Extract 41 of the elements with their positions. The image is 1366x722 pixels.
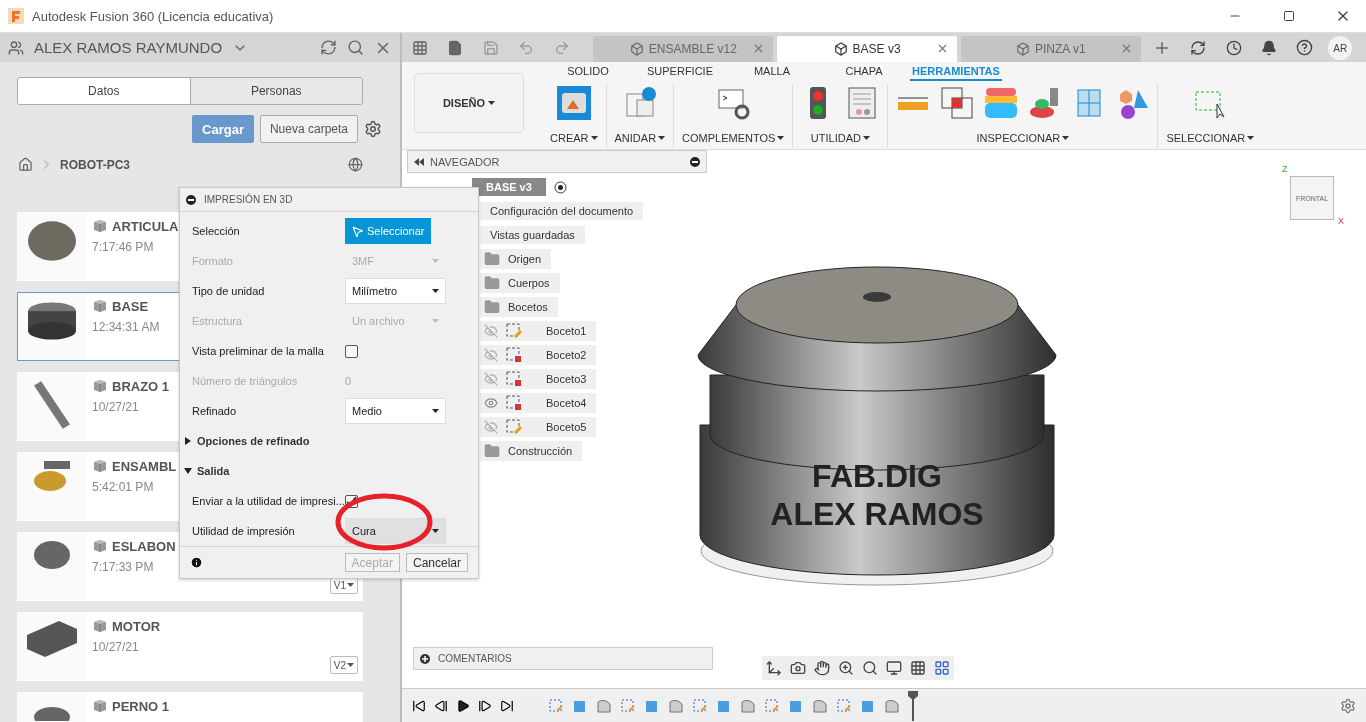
node-label: Boceto2 <box>546 349 587 361</box>
comments-title: COMENTARIOS <box>438 653 512 664</box>
node-label: Boceto5 <box>546 421 587 433</box>
axis-label: Z <box>1282 164 1288 174</box>
field-label: Utilidad de impresión <box>192 525 296 537</box>
node-label: Boceto3 <box>546 373 587 385</box>
file-name: ESLABON <box>112 538 176 554</box>
engraved-text: ALEX RAMOS <box>770 496 984 532</box>
file-name: PERNO 1 <box>112 698 170 714</box>
field-label: Refinado <box>192 405 238 417</box>
field-label: Enviar a la utilidad de impresi... <box>192 495 345 507</box>
node-label: Boceto1 <box>546 325 587 337</box>
file-time: 10/27/21 <box>92 400 140 414</box>
file-time: 10/27/21 <box>92 640 140 654</box>
node-label: Boceto4 <box>546 397 587 409</box>
file-time: 7:17:33 PM <box>92 560 155 574</box>
file-name: BASE <box>112 298 149 314</box>
node-label: Construcción <box>508 445 573 457</box>
user-name: ALEX RAMOS RAYMUNDO <box>34 39 223 56</box>
field-label: Tipo de unidad <box>192 285 266 297</box>
file-name: ENSAMBL <box>112 458 177 474</box>
file-name: BRAZO 1 <box>112 378 170 394</box>
node-label: Cuerpos <box>508 277 550 289</box>
file-name: MOTOR <box>112 618 161 634</box>
engraved-text: FAB.DIG <box>812 458 942 494</box>
dialog-title: IMPRESIÓN EN 3D <box>204 194 293 205</box>
field-label: Número de triángulos <box>192 375 299 387</box>
navigator-title: NAVEGADOR <box>430 155 501 168</box>
file-time: 12:34:31 AM <box>92 320 160 334</box>
field-label: Formato <box>192 255 234 267</box>
axis-label: X <box>1338 216 1344 226</box>
file-time: 7:17:46 PM <box>92 240 155 254</box>
window-title: Autodesk Fusion 360 (Licencia educativa) <box>32 8 275 24</box>
file-time: 5:42:01 PM <box>92 480 155 494</box>
breadcrumb-folder: ROBOT-PC3 <box>60 157 130 172</box>
field-label: Estructura <box>192 315 244 327</box>
file-name: ARTICULA <box>112 218 179 234</box>
node-label: Origen <box>508 253 542 265</box>
node-label: Bocetos <box>508 301 548 313</box>
field-label: Vista preliminar de la malla <box>192 345 325 357</box>
field-label: Selección <box>192 225 241 237</box>
